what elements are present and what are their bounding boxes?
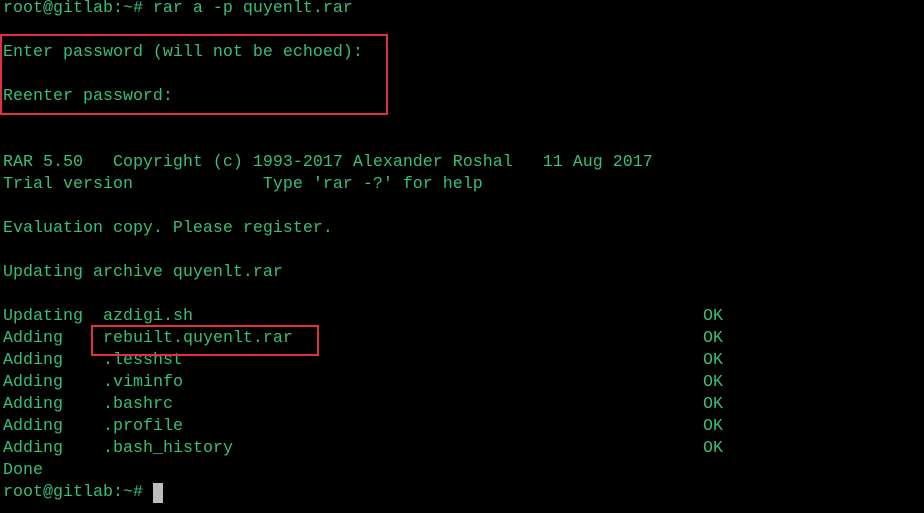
file-action: Adding — [3, 439, 63, 458]
file-name: .bashrc — [103, 395, 173, 414]
file-action: Adding — [3, 373, 63, 392]
file-row: Adding .viminfo OK — [3, 372, 903, 394]
file-action: Adding — [3, 395, 63, 414]
file-status: OK — [703, 439, 723, 458]
file-action: Updating — [3, 307, 83, 326]
file-row: Adding .bashrc OK — [3, 394, 903, 416]
file-name: .viminfo — [103, 373, 183, 392]
file-row: Adding .profile OK — [3, 416, 903, 438]
cursor — [153, 483, 163, 503]
file-action: Adding — [3, 329, 63, 348]
highlight-password-box — [0, 34, 388, 115]
file-status: OK — [703, 395, 723, 414]
banner-line-2: Trial version Type 'rar -?' for help — [3, 175, 483, 194]
banner-line-1: RAR 5.50 Copyright (c) 1993-2017 Alexand… — [3, 153, 653, 172]
file-row: Adding .bash_history OK — [3, 438, 903, 460]
done-line: Done — [3, 461, 43, 480]
file-action: Adding — [3, 351, 63, 370]
updating-archive: Updating archive quyenlt.rar — [3, 263, 283, 282]
file-name: .profile — [103, 417, 183, 436]
file-status: OK — [703, 373, 723, 392]
file-status: OK — [703, 307, 723, 326]
final-prompt: root@gitlab:~# — [3, 483, 143, 502]
command-line: root@gitlab:~# rar a -p quyenlt.rar — [3, 0, 353, 18]
file-status: OK — [703, 417, 723, 436]
file-name: .bash_history — [103, 439, 233, 458]
file-status: OK — [703, 329, 723, 348]
file-action: Adding — [3, 417, 63, 436]
evaluation-notice: Evaluation copy. Please register. — [3, 219, 333, 238]
file-status: OK — [703, 351, 723, 370]
highlight-file-box — [91, 325, 319, 356]
